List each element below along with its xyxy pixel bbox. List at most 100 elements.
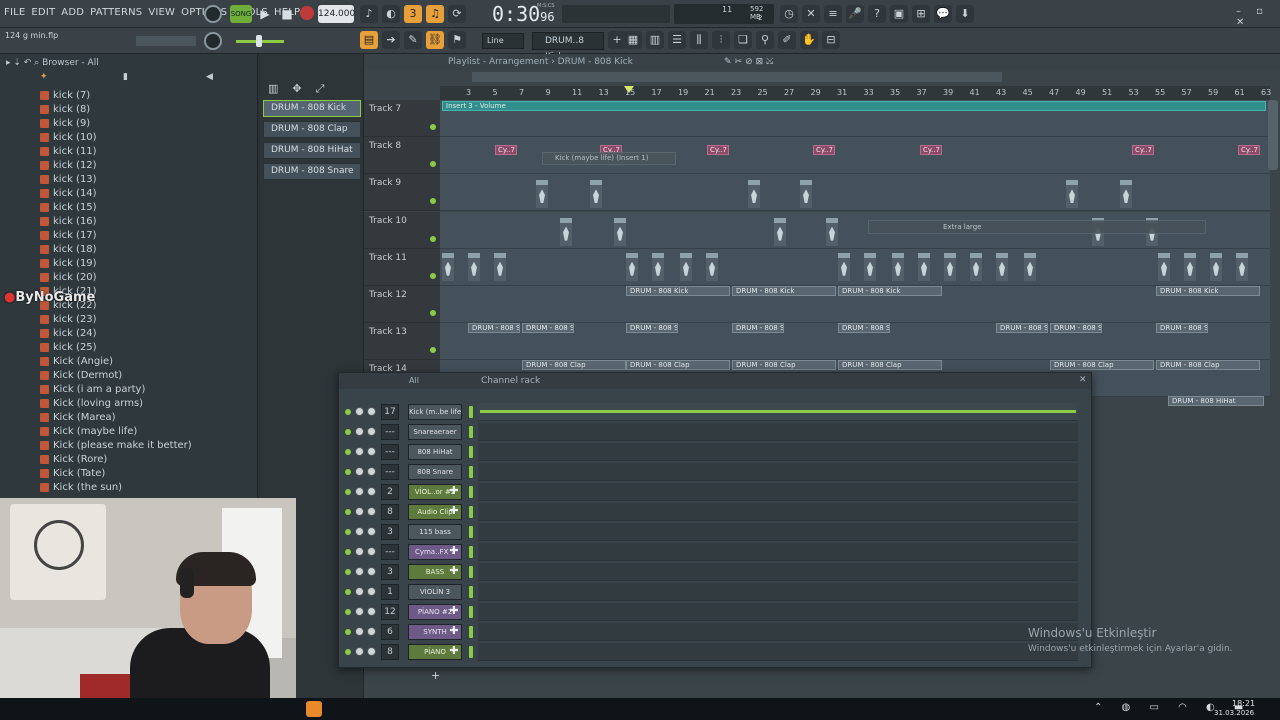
- cyma-clip[interactable]: Cy..7: [707, 145, 729, 156]
- mic-icon[interactable]: 🎤: [846, 5, 864, 23]
- graph-editor-icon[interactable]: ✚: [449, 605, 459, 616]
- clap-pattern-clip[interactable]: DRUM - 808 Clap: [626, 360, 730, 371]
- fl-studio-taskbar-icon[interactable]: [306, 701, 322, 717]
- track-header[interactable]: Track 8: [364, 137, 440, 175]
- hihat-audio-clip[interactable]: [838, 252, 850, 281]
- playhead-marker[interactable]: [624, 86, 634, 93]
- channel-select-marker[interactable]: [469, 606, 473, 618]
- hihat-audio-clip[interactable]: [706, 252, 718, 281]
- menu-file[interactable]: FILE: [4, 7, 25, 18]
- channel-name-button[interactable]: Snareaeraer: [408, 424, 462, 440]
- snare-audio-clip[interactable]: [774, 217, 786, 246]
- clap-pattern-clip[interactable]: DRUM - 808 Clap: [838, 360, 942, 371]
- channel-pan-knob[interactable]: [355, 607, 364, 616]
- channel-pan-knob[interactable]: [355, 567, 364, 576]
- kick-audio-clip[interactable]: [1120, 180, 1132, 209]
- browser-item[interactable]: kick (8): [0, 102, 258, 116]
- channel-mute-led[interactable]: [345, 529, 351, 535]
- hihat-audio-clip[interactable]: [680, 252, 692, 281]
- channel-step-lane[interactable]: [478, 563, 1078, 581]
- mixer-track-number[interactable]: 3: [381, 564, 399, 580]
- menu-view[interactable]: VIEW: [148, 7, 175, 18]
- playlist-icon[interactable]: ☰: [668, 31, 686, 49]
- browser-item[interactable]: kick (15): [0, 200, 258, 214]
- hihat-audio-clip[interactable]: [1184, 252, 1196, 281]
- channel-pan-knob[interactable]: [355, 447, 364, 456]
- channel-select-marker[interactable]: [469, 586, 473, 598]
- mixer-track-number[interactable]: ---: [381, 544, 399, 560]
- browser-item[interactable]: Kick (maybe life): [0, 424, 258, 438]
- pattern-item[interactable]: DRUM - 808 Clap: [263, 121, 361, 138]
- browser-item[interactable]: kick (9): [0, 116, 258, 130]
- channel-row[interactable]: 3 BASS ✚: [339, 563, 1091, 581]
- channel-volume-knob[interactable]: [367, 507, 376, 516]
- channel-row[interactable]: 8 PİANO ✚: [339, 643, 1091, 661]
- channel-volume-knob[interactable]: [367, 487, 376, 496]
- help-icon[interactable]: ?: [868, 5, 886, 23]
- browser-item[interactable]: kick (14): [0, 186, 258, 200]
- metronome-icon[interactable]: ♪: [360, 5, 378, 23]
- kick-pattern-clip[interactable]: DRUM - 808 Kick: [626, 286, 730, 296]
- channel-volume-knob[interactable]: [367, 427, 376, 436]
- hihat-audio-clip[interactable]: [652, 252, 664, 281]
- channel-step-lane[interactable]: [478, 623, 1078, 641]
- browser-item[interactable]: kick (13): [0, 172, 258, 186]
- channel-volume-knob[interactable]: [367, 467, 376, 476]
- stop-icon[interactable]: ■: [278, 5, 296, 23]
- channel-volume-knob[interactable]: [367, 527, 376, 536]
- channel-pan-knob[interactable]: [355, 507, 364, 516]
- hihat-audio-clip[interactable]: [1210, 252, 1222, 281]
- kick-pattern-clip[interactable]: DRUM - 808 Kick: [732, 286, 836, 296]
- menu-add[interactable]: ADD: [61, 7, 84, 18]
- track-header[interactable]: Track 13: [364, 323, 440, 361]
- snare-audio-clip[interactable]: [560, 217, 572, 246]
- channel-pan-knob[interactable]: [355, 587, 364, 596]
- channel-pan-knob[interactable]: [355, 527, 364, 536]
- cart-icon[interactable]: ⊟: [822, 31, 840, 49]
- save-icon[interactable]: ▣: [890, 5, 908, 23]
- channel-select-marker[interactable]: [469, 566, 473, 578]
- snare-pattern-clip[interactable]: DRUM - 808 Snare: [1050, 323, 1102, 334]
- graph-editor-icon[interactable]: ✚: [449, 505, 459, 516]
- hihat-audio-clip[interactable]: [864, 252, 876, 281]
- mixer-icon[interactable]: ✕: [802, 5, 820, 23]
- cyma-clip[interactable]: Cy..7: [813, 145, 835, 156]
- browser-item[interactable]: kick (11): [0, 144, 258, 158]
- slider-handle[interactable]: [256, 35, 262, 47]
- mixer-track-number[interactable]: ---: [381, 444, 399, 460]
- clap-pattern-clip[interactable]: DRUM - 808 Clap: [1156, 360, 1260, 371]
- track-lane[interactable]: [440, 174, 1270, 212]
- plugin-icon[interactable]: ≡: [824, 5, 842, 23]
- channel-pan-knob[interactable]: [355, 627, 364, 636]
- hihat-audio-clip[interactable]: [442, 252, 454, 281]
- browser-item[interactable]: kick (18): [0, 242, 258, 256]
- tempo-display[interactable]: 124.000: [318, 5, 355, 23]
- channel-row[interactable]: --- Snareaeraer: [339, 423, 1091, 441]
- browser-item[interactable]: kick (7): [0, 88, 258, 102]
- cyma-clip[interactable]: Cy..7: [1132, 145, 1154, 156]
- track-mute-led[interactable]: [430, 198, 436, 205]
- menu-patterns[interactable]: PATTERNS: [90, 7, 142, 18]
- countdown-icon[interactable]: 3: [404, 5, 422, 23]
- browser-item[interactable]: kick (24): [0, 326, 258, 340]
- stamp-icon[interactable]: ⚑: [448, 31, 466, 49]
- hihat-audio-clip[interactable]: [918, 252, 930, 281]
- channel-mute-led[interactable]: [345, 609, 351, 615]
- track-mute-led[interactable]: [430, 347, 436, 354]
- browser-item[interactable]: kick (20): [0, 270, 258, 284]
- browser-item[interactable]: Kick (the sun): [0, 480, 258, 494]
- mixer-track-number[interactable]: 3: [381, 524, 399, 540]
- graph-editor-icon[interactable]: ✚: [449, 485, 459, 496]
- browser-item[interactable]: Kick (loving arms): [0, 396, 258, 410]
- channel-mute-led[interactable]: [345, 549, 351, 555]
- clap-pattern-clip[interactable]: DRUM - 808 Clap: [522, 360, 626, 371]
- channel-row[interactable]: --- 808 HiHat: [339, 443, 1091, 461]
- kick-audio-clip[interactable]: [800, 180, 812, 209]
- channel-pan-knob[interactable]: [355, 427, 364, 436]
- browser-item[interactable]: Kick (Tate): [0, 466, 258, 480]
- hihat-audio-clip[interactable]: [1024, 252, 1036, 281]
- snap-select[interactable]: Line: [482, 33, 524, 49]
- channel-select-marker[interactable]: [469, 646, 473, 658]
- browser-speaker-icon[interactable]: ◀: [206, 72, 213, 82]
- channel-volume-knob[interactable]: [367, 587, 376, 596]
